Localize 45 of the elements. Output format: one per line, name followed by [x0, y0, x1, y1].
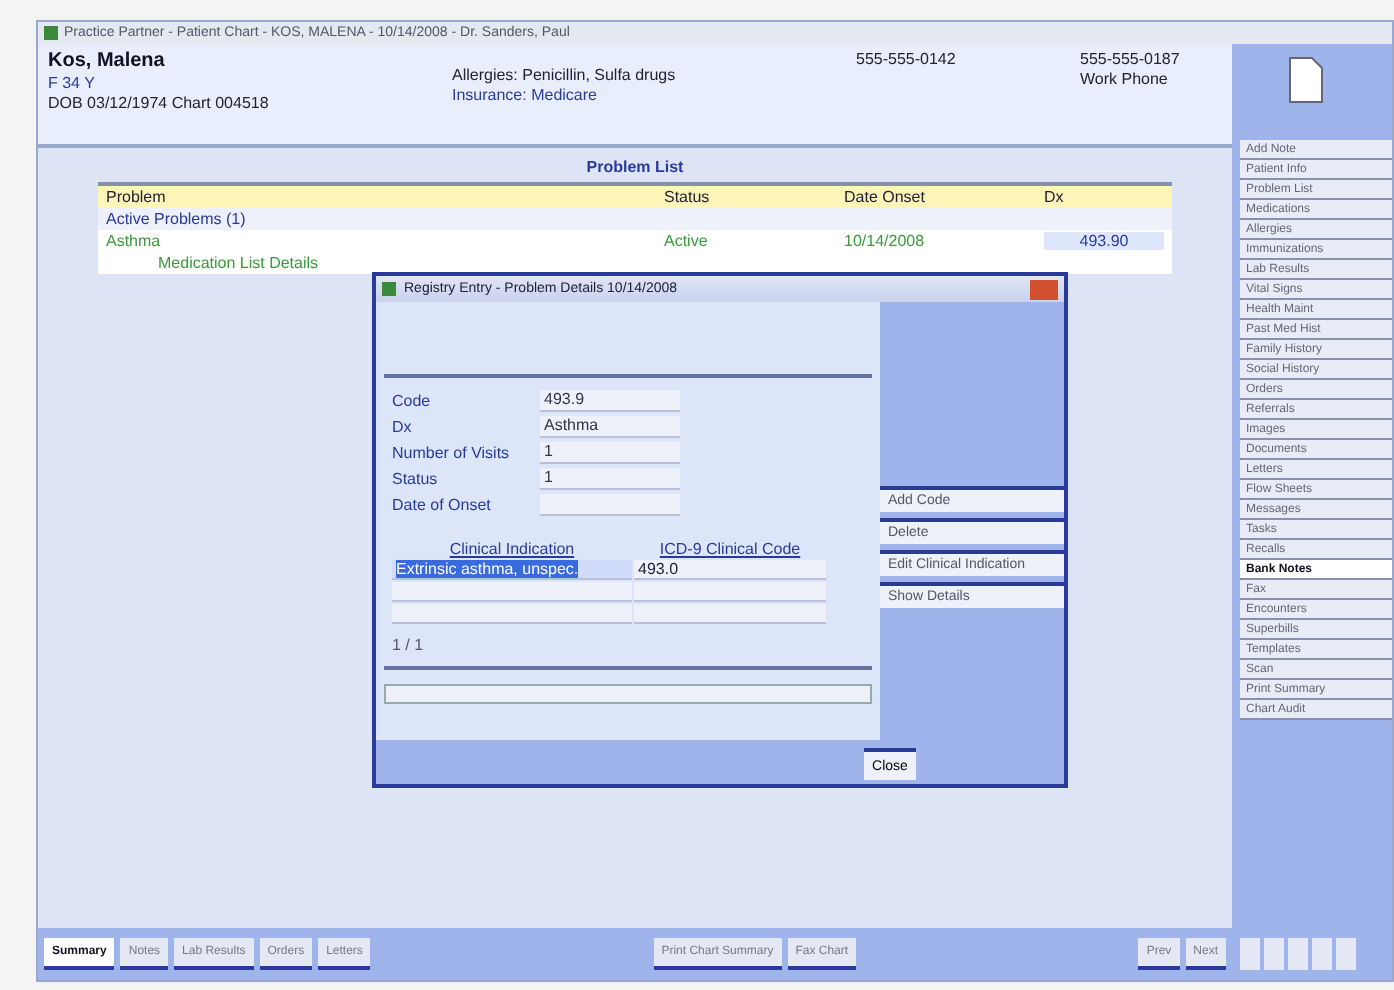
patient-details: DOB 03/12/1974 Chart 004518 — [48, 94, 271, 112]
column-header: ICD-9 Clinical Code — [657, 540, 803, 558]
patient-name: Kos, Malena — [48, 50, 167, 72]
patient-age: F 34 Y — [48, 74, 97, 92]
toolbar-icon[interactable] — [1240, 938, 1260, 970]
field-label: Dx — [392, 418, 414, 436]
table-cell[interactable] — [634, 582, 826, 602]
input-field[interactable] — [540, 494, 680, 516]
input-field[interactable]: 493.9 — [540, 390, 680, 412]
insurance-text: Insurance: Medicare — [452, 86, 599, 104]
column-header: Clinical Indication — [447, 540, 577, 558]
group-row[interactable]: Active Problems (1) — [98, 208, 1172, 230]
table-cell[interactable]: 493.0 — [634, 560, 826, 580]
table-cell-text: 10/14/2008 — [844, 232, 927, 250]
input-field[interactable]: Asthma — [540, 416, 680, 438]
table-header: Problem Status Date Onset Dx — [98, 182, 1172, 208]
app-icon — [382, 282, 396, 296]
table-cell[interactable] — [392, 582, 632, 602]
field-label: Number of Visits — [392, 444, 512, 462]
phone-label: Work Phone — [1080, 70, 1170, 88]
table-cell[interactable] — [392, 604, 632, 624]
section-title: Problem List — [584, 158, 686, 176]
field-label: Date of Onset — [392, 496, 493, 514]
phone-number: 555-555-0187 — [1080, 50, 1182, 68]
table-cell-text: Active — [664, 232, 710, 250]
table-cell[interactable]: Extrinsic asthma, unspec. — [392, 560, 632, 580]
table-cell[interactable]: 493.90 — [1044, 232, 1164, 250]
input-field[interactable]: 1 — [540, 468, 680, 490]
record-counter: 1 / 1 — [392, 636, 426, 654]
allergies-text: Allergies: Penicillin, Sulfa drugs — [452, 66, 678, 84]
phone-number: 555-555-0142 — [856, 50, 958, 68]
input-field[interactable]: 1 — [540, 442, 680, 464]
table-cell-text: Asthma — [106, 232, 163, 250]
toolbar-icon[interactable] — [1264, 938, 1284, 970]
field-label: Status — [392, 470, 440, 488]
table-cell[interactable] — [634, 604, 826, 624]
toolbar-icon[interactable] — [1336, 938, 1356, 970]
detail-link[interactable]: Medication List Details — [98, 252, 1172, 274]
toolbar-icon[interactable] — [1312, 938, 1332, 970]
app-icon — [44, 26, 58, 40]
toolbar-icon[interactable] — [1288, 938, 1308, 970]
scrollbar[interactable] — [384, 684, 872, 704]
field-label: Code — [392, 392, 433, 410]
document-icon[interactable] — [1288, 56, 1324, 104]
close-button[interactable] — [1030, 279, 1058, 299]
